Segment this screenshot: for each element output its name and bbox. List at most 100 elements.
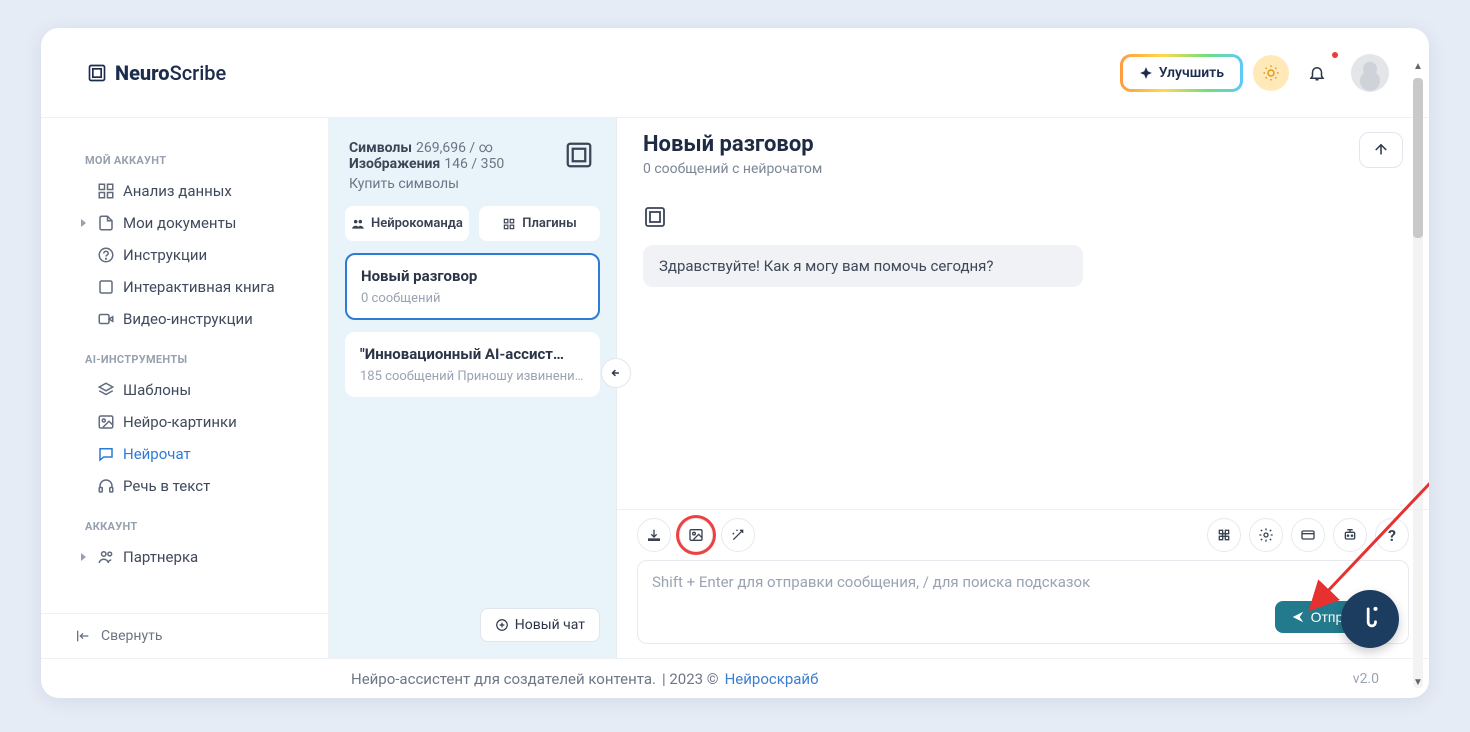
sun-icon xyxy=(1262,64,1280,82)
conversation-card[interactable]: "Инновационный AI-ассист… 185 сообщений … xyxy=(345,332,600,397)
support-chat-bubble[interactable] xyxy=(1341,590,1399,648)
card-icon xyxy=(1300,527,1316,543)
bot-avatar-icon xyxy=(643,205,667,229)
file-icon xyxy=(97,214,115,232)
notifications-button[interactable] xyxy=(1299,55,1335,91)
chat-list: Символы 269,696 / ∞ Изображения 146 / 35… xyxy=(329,118,617,658)
share-button[interactable] xyxy=(1359,132,1403,168)
sidebar-item-video[interactable]: Видео-инструкции xyxy=(41,303,328,335)
theme-toggle[interactable] xyxy=(1253,55,1289,91)
sidebar: МОЙ АККАУНТ Анализ данных Мои документы … xyxy=(41,118,329,658)
collapse-chatlist-button[interactable] xyxy=(601,358,631,388)
tool-help[interactable]: ? xyxy=(1375,518,1409,552)
sidebar-item-label: Интерактивная книга xyxy=(95,278,275,296)
team-button[interactable]: Нейрокоманда xyxy=(345,206,469,241)
logo-icon xyxy=(87,63,107,83)
sidebar-section-account: МОЙ АККАУНТ xyxy=(41,136,328,175)
logo[interactable]: NeuroScribe xyxy=(87,61,226,85)
footer-version: v2.0 xyxy=(1353,671,1379,687)
headphones-icon xyxy=(97,477,115,495)
images-value: 146 / 350 xyxy=(444,156,504,172)
sidebar-item-label: Видео-инструкции xyxy=(95,310,253,328)
plugins-button[interactable]: Плагины xyxy=(479,206,600,241)
logo-text: NeuroScribe xyxy=(115,61,226,85)
collapse-label: Свернуть xyxy=(101,628,162,644)
team-label: Нейрокоманда xyxy=(371,216,463,231)
conversation-title: Новый разговор xyxy=(361,267,584,285)
plugins-icon xyxy=(502,217,516,231)
input-container: Отправить xyxy=(637,560,1409,644)
sidebar-item-label: Мои документы xyxy=(95,214,236,232)
avatar[interactable] xyxy=(1351,54,1389,92)
magic-wand-icon xyxy=(730,527,746,543)
tool-settings[interactable] xyxy=(1249,518,1283,552)
video-icon xyxy=(97,310,115,328)
header: NeuroScribe Улучшить xyxy=(41,28,1429,118)
chat-icon xyxy=(97,445,115,463)
symbols-label: Символы xyxy=(349,140,412,156)
bell-icon xyxy=(1308,64,1326,82)
sidebar-item-templates[interactable]: Шаблоны xyxy=(41,374,328,406)
footer: Нейро-ассистент для создателей контента.… xyxy=(41,658,1429,698)
plus-circle-icon xyxy=(495,618,509,632)
notification-dot xyxy=(1332,52,1338,58)
tool-magic[interactable] xyxy=(721,518,755,552)
tool-robot[interactable] xyxy=(1333,518,1367,552)
bot-message: Здравствуйте! Как я могу вам помочь сего… xyxy=(643,245,1083,287)
upgrade-button[interactable]: Улучшить xyxy=(1120,54,1243,92)
help-icon xyxy=(97,246,115,264)
plugins-label: Плагины xyxy=(522,216,576,231)
tool-image[interactable] xyxy=(679,518,713,552)
sidebar-item-images[interactable]: Нейро-картинки xyxy=(41,406,328,438)
app-window: ▲ ▼ NeuroScribe Улучшить МОЙ xyxy=(41,28,1429,698)
sidebar-item-analytics[interactable]: Анализ данных xyxy=(41,175,328,207)
sidebar-item-label: Нейро-картинки xyxy=(95,413,237,431)
sidebar-item-label: Анализ данных xyxy=(95,182,232,200)
sidebar-item-chat[interactable]: Нейрочат xyxy=(41,438,328,470)
sidebar-item-docs[interactable]: Мои документы xyxy=(41,207,328,239)
message-input[interactable] xyxy=(652,573,1396,591)
tool-card[interactable] xyxy=(1291,518,1325,552)
sidebar-item-book[interactable]: Интерактивная книга xyxy=(41,271,328,303)
conversation-sub: 185 сообщений Приношу извинения … xyxy=(360,369,585,384)
usage-meta: Символы 269,696 / ∞ Изображения 146 / 35… xyxy=(345,134,600,194)
puzzle-icon xyxy=(1216,527,1232,543)
collapse-icon xyxy=(75,628,91,644)
layers-icon xyxy=(97,381,115,399)
arrow-left-icon xyxy=(609,366,623,380)
chat-title: Новый разговор xyxy=(643,132,1347,157)
conversation-sub: 0 сообщений xyxy=(361,291,584,306)
book-icon xyxy=(97,278,115,296)
chat-subtitle: 0 сообщений с нейрочатом xyxy=(643,161,1347,177)
chat-header: Новый разговор 0 сообщений с нейрочатом xyxy=(617,118,1429,187)
scrollbar-up[interactable]: ▲ xyxy=(1411,60,1425,74)
conversation-card[interactable]: Новый разговор 0 сообщений xyxy=(345,253,600,320)
chat-body: Здравствуйте! Как я могу вам помочь сего… xyxy=(617,187,1429,509)
footer-text: Нейро-ассистент для создателей контента. xyxy=(351,670,656,688)
share-icon xyxy=(1372,141,1390,159)
scrollbar-down[interactable]: ▼ xyxy=(1411,676,1425,690)
new-chat-button[interactable]: Новый чат xyxy=(480,608,600,642)
chat-main: Новый разговор 0 сообщений с нейрочатом … xyxy=(617,118,1429,658)
tool-download[interactable] xyxy=(637,518,671,552)
sidebar-item-partner[interactable]: Партнерка xyxy=(41,541,328,573)
rocket-icon xyxy=(1139,66,1153,80)
footer-year: | 2023 © xyxy=(662,670,719,688)
sidebar-item-speech[interactable]: Речь в текст xyxy=(41,470,328,502)
new-chat-label: Новый чат xyxy=(515,617,585,633)
grid-icon xyxy=(97,182,115,200)
team-icon xyxy=(351,217,365,231)
upgrade-label: Улучшить xyxy=(1159,65,1224,81)
symbols-value: 269,696 / ∞ xyxy=(416,140,493,156)
sidebar-collapse[interactable]: Свернуть xyxy=(41,613,328,658)
chat-footer: ? Отправить xyxy=(617,509,1429,658)
buy-symbols-link[interactable]: Купить символы xyxy=(349,176,459,192)
footer-brand-link[interactable]: Нейроскрайб xyxy=(725,670,819,688)
sidebar-item-instructions[interactable]: Инструкции xyxy=(41,239,328,271)
tool-puzzle[interactable] xyxy=(1207,518,1241,552)
send-icon xyxy=(1291,610,1305,624)
sidebar-section-tools: AI-ИНСТРУМЕНТЫ xyxy=(41,335,328,374)
conversation-title: "Инновационный AI-ассист… xyxy=(360,345,585,363)
body: МОЙ АККАУНТ Анализ данных Мои документы … xyxy=(41,118,1429,658)
download-icon xyxy=(646,527,662,543)
